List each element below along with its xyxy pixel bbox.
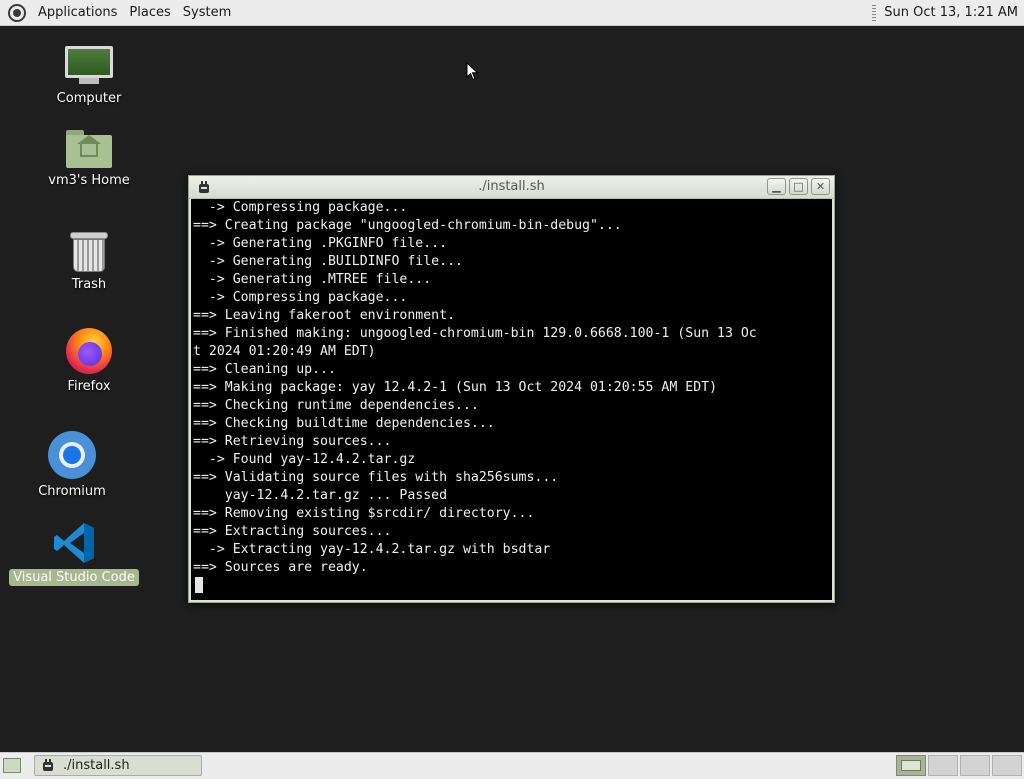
terminal-line: -> Extracting yay-12.4.2.tar.gz with bsd… (193, 542, 551, 557)
workspace-switcher[interactable] (896, 755, 1022, 776)
show-desktop-button[interactable] (3, 758, 21, 773)
terminal-line: ==> Checking runtime dependencies... (193, 398, 479, 413)
terminal-line: t 2024 01:20:49 AM EDT) (193, 344, 376, 359)
computer-icon (65, 46, 113, 86)
workspace-3[interactable] (960, 755, 990, 776)
vscode-icon (52, 521, 96, 565)
desktop-icon-computer[interactable]: Computer (24, 46, 154, 107)
terminal-line: ==> Creating package "ungoogled-chromium… (193, 218, 622, 233)
places-menu[interactable]: Places (123, 0, 176, 25)
terminal-line: ==> Extracting sources... (193, 524, 392, 539)
terminal-line: -> Compressing package... (193, 290, 408, 305)
terminal-line: ==> Sources are ready. (193, 560, 368, 575)
terminal-line: ==> Validating source files with sha256s… (193, 470, 559, 485)
terminal-output[interactable]: -> Compressing package... ==> Creating p… (191, 199, 832, 600)
workspace-2[interactable] (928, 755, 958, 776)
top-panel: Applications Places System Sun Oct 13, 1… (0, 0, 1024, 26)
desktop-icon-vscode[interactable]: Visual Studio Code (9, 521, 139, 586)
terminal-line: ==> Leaving fakeroot environment. (193, 308, 456, 323)
terminal-line: -> Found yay-12.4.2.tar.gz (193, 452, 416, 467)
terminal-line: ==> Checking buildtime dependencies... (193, 416, 495, 431)
desktop-icon-firefox[interactable]: Firefox (24, 328, 154, 395)
terminal-app-icon (43, 759, 53, 771)
terminal-line: -> Generating .MTREE file... (193, 272, 432, 287)
workspace-4[interactable] (992, 755, 1022, 776)
window-titlebar[interactable]: ./install.sh ▁ □ ✕ (189, 176, 834, 199)
trash-icon (70, 230, 108, 272)
desktop-icon-label: Chromium (38, 484, 106, 499)
terminal-line: -> Generating .BUILDINFO file... (193, 254, 463, 269)
terminal-line: yay-12.4.2.tar.gz ... Passed (193, 488, 448, 503)
desktop-icon-chromium[interactable]: Chromium (7, 431, 137, 500)
terminal-line: ==> Retrieving sources... (193, 434, 392, 449)
desktop-icon-label: Computer (56, 91, 122, 106)
bottom-panel: ./install.sh (0, 752, 1024, 779)
home-folder-icon (66, 130, 112, 168)
close-button[interactable]: ✕ (811, 178, 830, 195)
system-menu[interactable]: System (177, 0, 237, 25)
taskbar-item-install-sh[interactable]: ./install.sh (34, 755, 202, 776)
terminal-line: ==> Finished making: ungoogled-chromium-… (193, 326, 757, 341)
desktop-icon-label: Trash (71, 277, 107, 292)
chromium-icon (48, 431, 96, 479)
firefox-icon (66, 328, 112, 374)
minimize-button[interactable]: ▁ (767, 178, 786, 195)
terminal-line: ==> Cleaning up... (193, 362, 336, 377)
desktop-icon-label: vm3's Home (48, 173, 130, 188)
window-title: ./install.sh (478, 179, 545, 194)
terminal-line: ==> Removing existing $srcdir/ directory… (193, 506, 535, 521)
workspace-1[interactable] (896, 755, 926, 776)
desktop-icon-label: Firefox (67, 379, 111, 394)
text-cursor (195, 577, 203, 593)
terminal-line: ==> Making package: yay 12.4.2-1 (Sun 13… (193, 380, 718, 395)
taskbar-item-label: ./install.sh (63, 758, 130, 773)
terminal-prompt-line[interactable] (191, 577, 832, 595)
clock[interactable]: Sun Oct 13, 1:21 AM (884, 5, 1024, 20)
applications-menu[interactable]: Applications (32, 0, 123, 25)
panel-handle[interactable] (872, 4, 877, 21)
terminal-line: -> Compressing package... (193, 200, 408, 215)
mouse-pointer-icon (466, 62, 479, 81)
desktop-icon-trash[interactable]: Trash (24, 230, 154, 293)
terminal-window[interactable]: ./install.sh ▁ □ ✕ -> Compressing packag… (188, 175, 835, 603)
desktop-icon-label: Visual Studio Code (9, 569, 139, 586)
distro-logo-icon[interactable] (8, 3, 26, 22)
terminal-line: -> Generating .PKGINFO file... (193, 236, 448, 251)
desktop-icon-home[interactable]: vm3's Home (24, 130, 154, 189)
maximize-button[interactable]: □ (789, 178, 808, 195)
